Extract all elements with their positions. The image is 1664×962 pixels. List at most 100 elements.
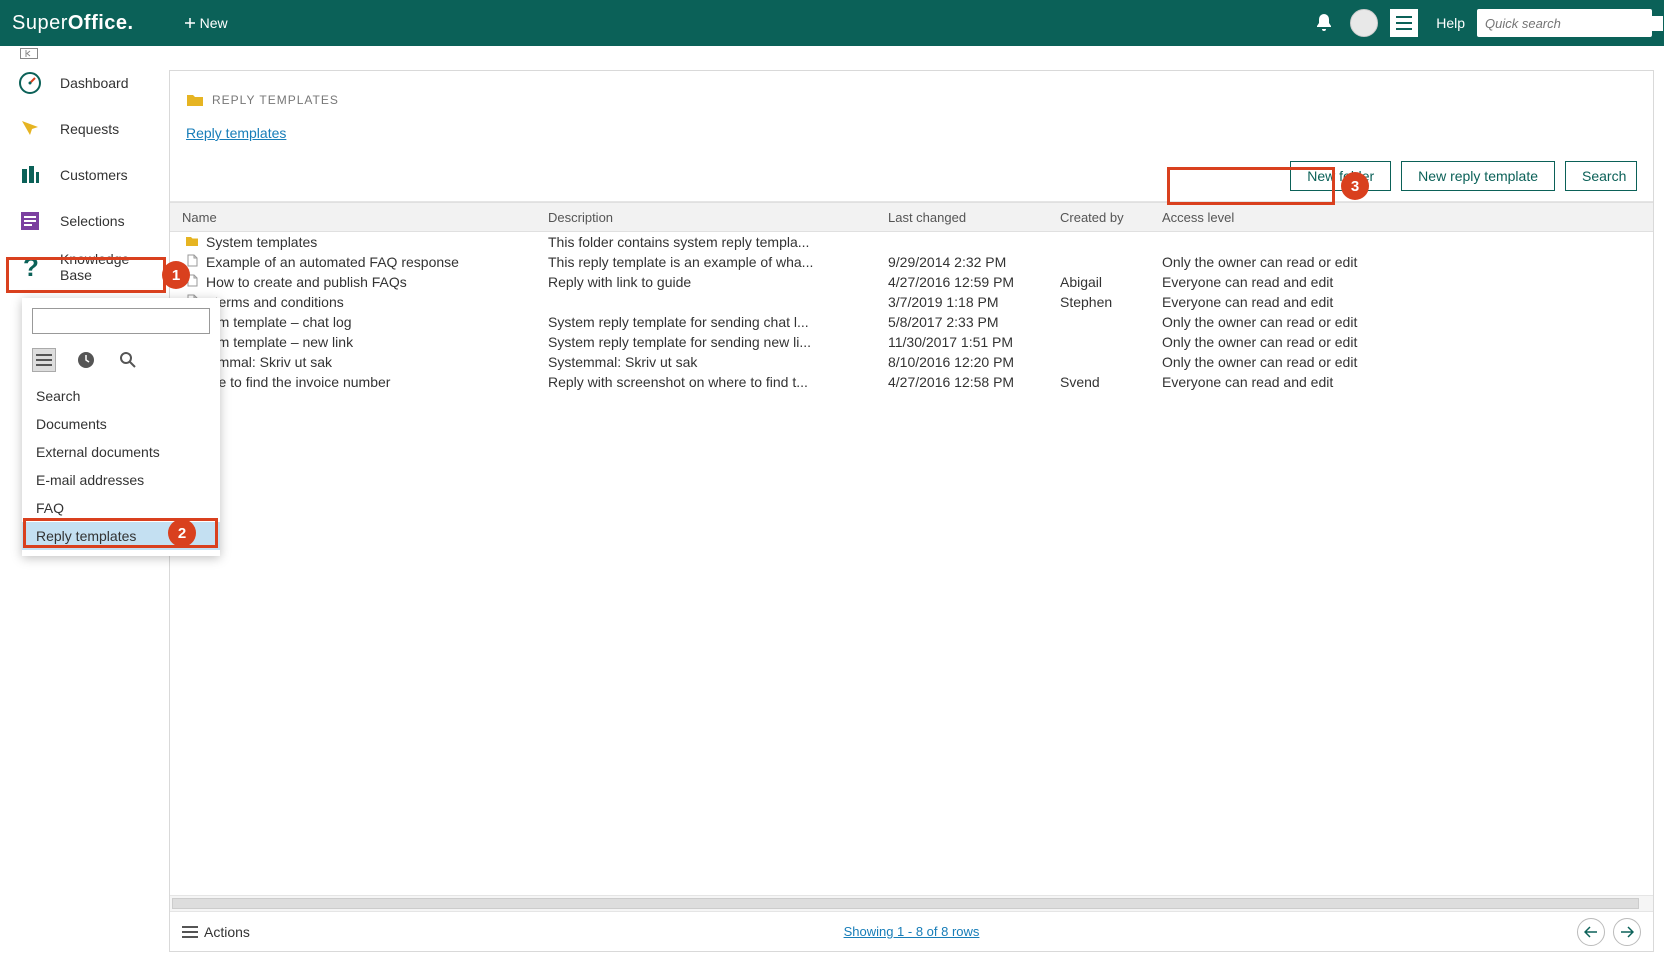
dropdown-item-documents[interactable]: Documents bbox=[22, 410, 220, 438]
sidebar-item-label: Selections bbox=[60, 213, 125, 229]
table-header: Name Description Last changed Created by… bbox=[170, 202, 1653, 232]
dropdown-item-external-documents[interactable]: External documents bbox=[22, 438, 220, 466]
search-tab-icon[interactable] bbox=[116, 348, 140, 372]
sidebar-item-label: Requests bbox=[60, 121, 119, 137]
table: Name Description Last changed Created by… bbox=[170, 202, 1653, 895]
help-link[interactable]: Help bbox=[1436, 15, 1465, 31]
selections-icon bbox=[18, 209, 42, 233]
row-last-changed: 4/27/2016 12:58 PM bbox=[880, 374, 1052, 390]
sidebar: Dashboard Requests Customers Selections … bbox=[0, 60, 165, 290]
sidebar-item-knowledge-base[interactable]: ? Knowledge Base bbox=[0, 244, 165, 290]
next-page-button[interactable] bbox=[1613, 918, 1641, 946]
row-description: Reply with screenshot on where to find t… bbox=[540, 374, 880, 390]
col-description[interactable]: Description bbox=[540, 210, 880, 225]
annotation-callout-1: 1 bbox=[162, 261, 190, 289]
row-name: Example of an automated FAQ response bbox=[206, 254, 459, 270]
quick-search[interactable] bbox=[1477, 9, 1652, 37]
col-created-by[interactable]: Created by bbox=[1052, 210, 1154, 225]
row-last-changed: 4/27/2016 12:59 PM bbox=[880, 274, 1052, 290]
row-last-changed: 11/30/2017 1:51 PM bbox=[880, 334, 1052, 350]
col-last-changed[interactable]: Last changed bbox=[880, 210, 1052, 225]
sidebar-item-requests[interactable]: Requests bbox=[0, 106, 165, 152]
search-button[interactable]: Search bbox=[1565, 161, 1637, 191]
dropdown-item-email-addresses[interactable]: E-mail addresses bbox=[22, 466, 220, 494]
footer: Actions Showing 1 - 8 of 8 rows bbox=[170, 911, 1653, 951]
row-access: Only the owner can read or edit bbox=[1154, 334, 1414, 350]
table-row[interactable]: Example of an automated FAQ response This… bbox=[170, 252, 1653, 272]
dropdown-search-input[interactable] bbox=[39, 309, 203, 333]
collapse-bar bbox=[0, 46, 1664, 60]
notifications-icon[interactable] bbox=[1310, 9, 1338, 37]
row-description: System reply template for sending new li… bbox=[540, 334, 880, 350]
dropdown-search[interactable] bbox=[32, 308, 210, 334]
new-button-label: New bbox=[200, 15, 228, 31]
row-name: tem template – chat log bbox=[206, 314, 352, 330]
folder-icon bbox=[186, 93, 204, 107]
row-name: System templates bbox=[206, 234, 317, 250]
logo-text-1: Super bbox=[12, 12, 68, 34]
row-name: temmal: Skriv ut sak bbox=[206, 354, 332, 370]
row-access: Everyone can read and edit bbox=[1154, 274, 1414, 290]
sidebar-item-selections[interactable]: Selections bbox=[0, 198, 165, 244]
dropdown-item-faq[interactable]: FAQ bbox=[22, 494, 220, 522]
row-description: Reply with link to guide bbox=[540, 274, 880, 290]
row-name: r terms and conditions bbox=[206, 294, 344, 310]
table-row[interactable]: System templates This folder contains sys… bbox=[170, 232, 1653, 252]
row-name: ere to find the invoice number bbox=[206, 374, 390, 390]
knowledge-base-dropdown: Search Documents External documents E-ma… bbox=[22, 298, 220, 556]
logo-text-2: Office. bbox=[68, 12, 134, 34]
folder-icon bbox=[182, 236, 202, 247]
annotation-callout-3: 3 bbox=[1341, 172, 1369, 200]
horizontal-scrollbar[interactable] bbox=[170, 895, 1653, 911]
col-access-level[interactable]: Access level bbox=[1154, 210, 1414, 225]
row-created-by: Stephen bbox=[1052, 294, 1154, 310]
row-last-changed: 8/10/2016 12:20 PM bbox=[880, 354, 1052, 370]
history-icon[interactable] bbox=[74, 348, 98, 372]
dropdown-item-search[interactable]: Search bbox=[22, 382, 220, 410]
row-description: Systemmal: Skriv ut sak bbox=[540, 354, 880, 370]
row-last-changed: 3/7/2019 1:18 PM bbox=[880, 294, 1052, 310]
requests-icon bbox=[18, 117, 42, 141]
row-description: This folder contains system reply templa… bbox=[540, 234, 880, 250]
sidebar-item-customers[interactable]: Customers bbox=[0, 152, 165, 198]
user-avatar[interactable] bbox=[1350, 9, 1378, 37]
actions-label: Actions bbox=[204, 924, 250, 940]
table-row[interactable]: tem template – new linkSystem reply temp… bbox=[170, 332, 1653, 352]
quick-search-input[interactable] bbox=[1485, 16, 1663, 31]
table-row[interactable]: temmal: Skriv ut sak Systemmal: Skriv ut … bbox=[170, 352, 1653, 372]
row-name: How to create and publish FAQs bbox=[206, 274, 407, 290]
page-title: REPLY TEMPLATES bbox=[212, 93, 339, 107]
main-menu-button[interactable] bbox=[1390, 9, 1418, 37]
main-header: REPLY TEMPLATES Reply templates bbox=[170, 71, 1653, 151]
row-last-changed: 5/8/2017 2:33 PM bbox=[880, 314, 1052, 330]
sidebar-item-label: Dashboard bbox=[60, 75, 129, 91]
row-last-changed: 9/29/2014 2:32 PM bbox=[880, 254, 1052, 270]
table-row[interactable]: tem template – chat log System reply temp… bbox=[170, 312, 1653, 332]
row-description: System reply template for sending chat l… bbox=[540, 314, 880, 330]
breadcrumb-link[interactable]: Reply templates bbox=[186, 125, 286, 141]
dashboard-icon bbox=[18, 71, 42, 95]
actions-menu[interactable]: Actions bbox=[182, 924, 250, 940]
new-button[interactable]: New bbox=[184, 15, 228, 31]
app-header: SuperOffice. New Help bbox=[0, 0, 1664, 46]
row-access: Everyone can read and edit bbox=[1154, 294, 1414, 310]
col-name[interactable]: Name bbox=[170, 210, 540, 225]
sidebar-item-dashboard[interactable]: Dashboard bbox=[0, 60, 165, 106]
row-created-by: Svend bbox=[1052, 374, 1154, 390]
new-reply-template-button[interactable]: New reply template bbox=[1401, 161, 1555, 191]
knowledge-base-icon: ? bbox=[18, 255, 42, 279]
annotation-callout-2: 2 bbox=[168, 519, 196, 547]
collapse-sidebar-icon[interactable] bbox=[20, 48, 38, 59]
table-row[interactable]: ere to find the invoice number Reply with… bbox=[170, 372, 1653, 392]
list-view-icon[interactable] bbox=[32, 348, 56, 372]
table-row[interactable]: How to create and publish FAQs Reply with… bbox=[170, 272, 1653, 292]
sidebar-item-label: Customers bbox=[60, 167, 128, 183]
table-row[interactable]: r terms and conditions 3/7/2019 1:18 PMSt… bbox=[170, 292, 1653, 312]
main-panel: REPLY TEMPLATES Reply templates New fold… bbox=[169, 70, 1654, 952]
showing-rows[interactable]: Showing 1 - 8 of 8 rows bbox=[844, 924, 980, 939]
prev-page-button[interactable] bbox=[1577, 918, 1605, 946]
row-access: Only the owner can read or edit bbox=[1154, 354, 1414, 370]
svg-text:?: ? bbox=[23, 254, 39, 280]
row-description: This reply template is an example of wha… bbox=[540, 254, 880, 270]
table-body: System templates This folder contains sys… bbox=[170, 232, 1653, 392]
